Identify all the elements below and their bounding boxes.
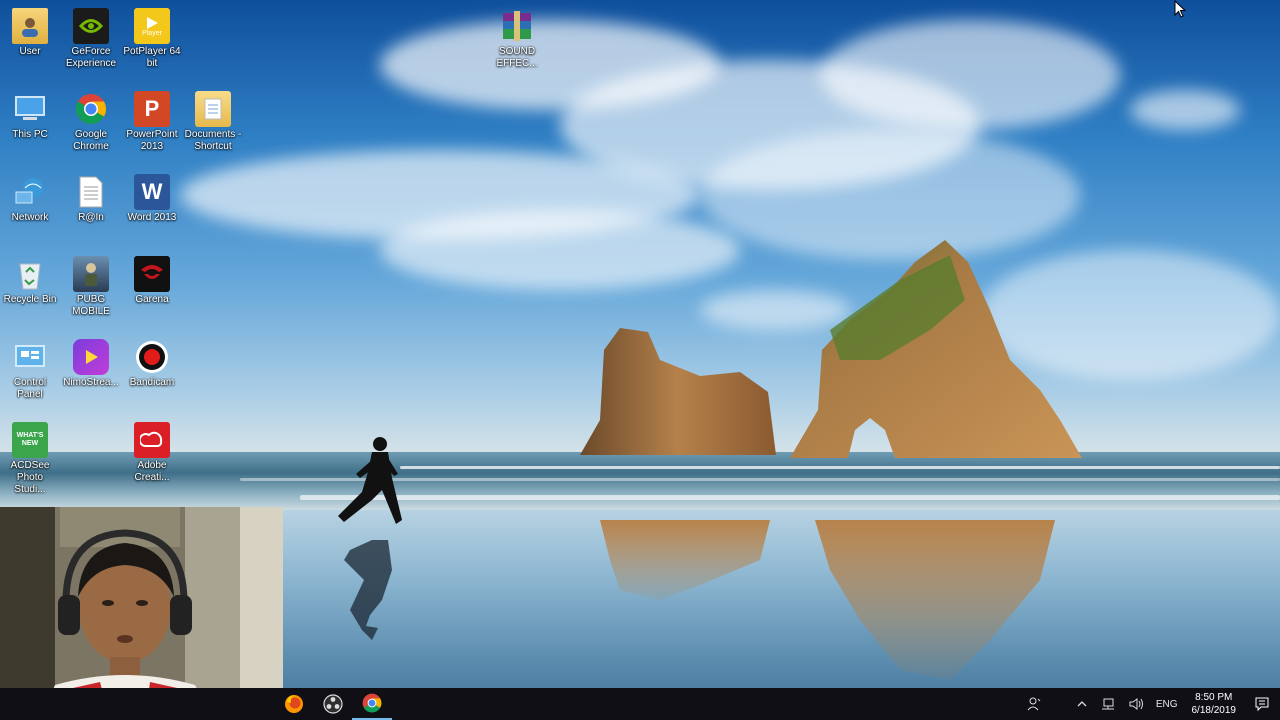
desktop-icon-sound-effects[interactable]: SOUND EFFEC... <box>487 4 547 70</box>
network-tray-button[interactable] <box>1094 697 1122 711</box>
desktop-icon-adobe-creative-cloud[interactable]: Adobe Creati... <box>122 418 182 484</box>
show-hidden-icons-button[interactable] <box>1070 699 1094 709</box>
people-tray-button[interactable] <box>1020 696 1048 712</box>
clock-time: 8:50 PM <box>1195 692 1233 703</box>
winrar-archive-icon <box>499 8 535 44</box>
desktop-icon-recycle-bin[interactable]: Recycle Bin <box>0 252 60 306</box>
desktop-icon-user[interactable]: User <box>0 4 60 58</box>
desktop-icon-label: User <box>19 46 41 57</box>
runner-reflection <box>344 540 392 640</box>
mouse-cursor-icon <box>1174 0 1186 18</box>
desktop-icon-potplayer[interactable]: Player PotPlayer 64 bit <box>122 4 182 70</box>
desktop-icon-text-file[interactable]: R@In <box>61 170 121 224</box>
garena-icon <box>134 256 170 292</box>
action-center-button[interactable] <box>1244 696 1280 712</box>
chevron-up-icon <box>1077 701 1087 707</box>
desktop-icon-word-2013[interactable]: W Word 2013 <box>122 170 182 224</box>
taskbar-clock[interactable]: 8:50 PM 6/18/2019 <box>1184 691 1245 717</box>
nvidia-icon <box>73 8 109 44</box>
system-tray: ENG 8:50 PM 6/18/2019 <box>1020 688 1280 720</box>
language-label: ENG <box>1155 698 1178 710</box>
obs-icon <box>323 694 343 714</box>
adobe-cc-icon <box>134 422 170 458</box>
chrome-icon <box>362 693 382 713</box>
desktop-icon-label: R@In <box>78 212 104 223</box>
acdsee-badge-text: WHAT'S NEW <box>16 432 44 447</box>
clock-date: 6/18/2019 <box>1191 705 1237 716</box>
desktop-icon-label: PowerPoint 2013 <box>126 129 178 152</box>
desktop-icon-label: Control Panel <box>13 377 47 400</box>
desktop-icon-garena[interactable]: Garena <box>122 252 182 306</box>
desktop-icon-label: ACDSee Photo Studi... <box>10 460 50 495</box>
nimo-stream-icon <box>73 339 109 375</box>
desktop-icon-google-chrome[interactable]: Google Chrome <box>61 87 121 153</box>
desktop-icon-label: PotPlayer 64 bit <box>123 46 181 69</box>
network-icon <box>12 174 48 210</box>
word-icon: W <box>134 174 170 210</box>
desktop-icon-bandicam[interactable]: Bandicam <box>122 335 182 389</box>
user-folder-icon <box>12 8 48 44</box>
people-icon <box>1027 697 1041 711</box>
desktop-icon-label: Adobe Creati... <box>134 460 170 483</box>
powerpoint-letter: P <box>144 96 160 121</box>
desktop-icon-control-panel[interactable]: Control Panel <box>0 335 60 401</box>
desktop-icon-powerpoint-2013[interactable]: P PowerPoint 2013 <box>122 87 182 153</box>
firefox-icon <box>285 695 303 713</box>
desktop-icon-label: This PC <box>12 129 48 140</box>
taskbar-firefox[interactable] <box>274 688 314 720</box>
desktop-icon-geforce-experience[interactable]: GeForce Experience <box>61 4 121 70</box>
desktop-icon-label: Garena <box>135 294 169 305</box>
taskbar-obs[interactable] <box>313 688 353 720</box>
desktop-icon-label: Bandicam <box>129 377 175 388</box>
desktop-icon-label: Network <box>11 212 49 223</box>
desktop-icon-nimo-stream[interactable]: NimoStrea... <box>61 335 121 389</box>
control-panel-icon <box>12 339 48 375</box>
powerpoint-icon: P <box>134 91 170 127</box>
documents-shortcut-icon <box>195 91 231 127</box>
desktop-icon-documents-shortcut[interactable]: Documents - Shortcut <box>183 87 243 153</box>
bandicam-icon <box>134 339 170 375</box>
desktop-icon-this-pc[interactable]: This PC <box>0 87 60 141</box>
desktop-icon-network[interactable]: Network <box>0 170 60 224</box>
desktop-icon-label: Documents - Shortcut <box>184 129 242 152</box>
desktop-icon-acdsee[interactable]: WHAT'S NEW ACDSee Photo Studi... <box>0 418 60 496</box>
desktop-icon-label: NimoStrea... <box>63 377 119 388</box>
chrome-icon <box>73 91 109 127</box>
word-letter: W <box>141 179 163 204</box>
desktop-icon-label: SOUND EFFEC... <box>496 46 538 69</box>
volume-tray-button[interactable] <box>1122 697 1150 711</box>
acdsee-icon: WHAT'S NEW <box>12 422 48 458</box>
desktop-icon-label: Google Chrome <box>73 129 109 152</box>
taskbar-chrome[interactable] <box>352 688 392 720</box>
desktop-icon-pubg-mobile[interactable]: PUBG MOBILE <box>61 252 121 318</box>
recycle-bin-icon <box>12 256 48 292</box>
runner-silhouette <box>338 437 402 524</box>
speaker-icon <box>1129 698 1143 710</box>
potplayer-icon: Player <box>134 8 170 44</box>
this-pc-icon <box>12 91 48 127</box>
notification-icon <box>1255 697 1269 712</box>
language-indicator[interactable]: ENG <box>1150 699 1184 710</box>
potplayer-badge-text: Player <box>142 29 162 37</box>
desktop-icon-label: PUBG MOBILE <box>72 294 110 317</box>
text-file-icon <box>73 174 109 210</box>
taskbar: ENG 8:50 PM 6/18/2019 <box>0 688 1280 720</box>
pubg-icon <box>73 256 109 292</box>
desktop-icon-label: Recycle Bin <box>3 294 57 305</box>
desktop-icon-label: Word 2013 <box>127 212 177 223</box>
ethernet-icon <box>1101 698 1114 710</box>
desktop-icon-label: GeForce Experience <box>65 46 117 69</box>
